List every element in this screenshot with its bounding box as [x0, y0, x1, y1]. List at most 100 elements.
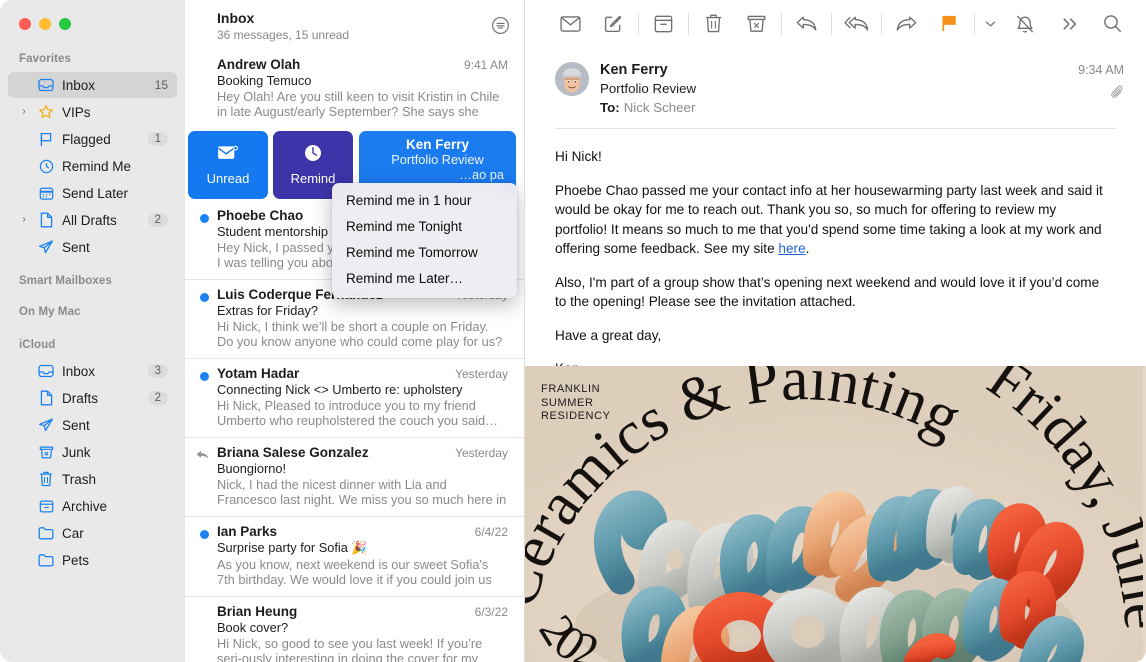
sidebar-item-junk[interactable]: Junk	[8, 439, 177, 465]
message-snippet: Hi Nick, so good to see you last week! I…	[217, 636, 483, 662]
menu-item-remind-tomorrow[interactable]: Remind me Tomorrow	[332, 240, 517, 266]
sidebar-item-vips[interactable]: › VIPs	[8, 99, 177, 125]
message-snippet: Nick, I had the nicest dinner with Lia a…	[217, 477, 507, 507]
sidebar-item-drafts-icloud[interactable]: Drafts 2	[8, 385, 177, 411]
minimize-window-button[interactable]	[39, 18, 51, 30]
message-sender: Ian Parks	[217, 524, 278, 539]
message-list[interactable]: Inbox 36 messages, 15 unread Andrew Olah…	[185, 0, 525, 662]
unread-indicator	[200, 214, 209, 223]
sidebar-section-smart-mailboxes: Smart Mailboxes	[19, 275, 112, 287]
sidebar-item-pets[interactable]: Pets	[8, 547, 177, 573]
paper-plane-icon	[37, 239, 55, 255]
unread-indicator	[200, 372, 209, 381]
to-value[interactable]: Nick Scheer	[624, 100, 696, 115]
disclosure-icon[interactable]: ›	[18, 215, 30, 225]
list-item[interactable]: Yotam Hadar Yesterday Connecting Nick <>…	[185, 358, 524, 437]
filter-sort-icon[interactable]	[491, 16, 510, 40]
sidebar-item-label: Junk	[62, 444, 91, 460]
site-link[interactable]: here	[778, 241, 805, 256]
sidebar-item-count: 15	[154, 78, 168, 92]
list-item[interactable]: Ian Parks 6/4/22 Surprise party for Sofi…	[185, 516, 524, 596]
swipe-action-label: Unread	[206, 170, 250, 186]
body-paragraph-1-text: Phoebe Chao passed me your contact info …	[555, 182, 1103, 257]
recipient-line: To: Nick Scheer	[600, 100, 1078, 115]
inbox-icon	[37, 78, 55, 92]
reply-icon	[196, 448, 209, 466]
archive-button[interactable]	[642, 7, 685, 41]
sidebar-item-sent-icloud[interactable]: Sent	[8, 412, 177, 438]
sidebar-item-sent-favorites[interactable]: Sent	[8, 234, 177, 260]
remind-me-context-menu[interactable]: Remind me in 1 hour Remind me Tonight Re…	[332, 183, 517, 298]
sidebar-item-flagged[interactable]: Flagged 1	[8, 126, 177, 152]
delete-button[interactable]	[692, 7, 735, 41]
forward-button[interactable]	[885, 7, 928, 41]
sidebar-item-trash[interactable]: Trash	[8, 466, 177, 492]
toolbar-divider	[687, 12, 689, 35]
mute-button[interactable]	[1003, 7, 1046, 41]
sidebar-item-label: Inbox	[62, 363, 96, 379]
sidebar-item-car[interactable]: Car	[8, 520, 177, 546]
menu-item-remind-1-hour[interactable]: Remind me in 1 hour	[332, 188, 517, 214]
zoom-window-button[interactable]	[59, 18, 71, 30]
archive-icon	[37, 499, 55, 514]
message-header: Ken Ferry Portfolio Review To: Nick Schee…	[525, 47, 1146, 115]
junk-button[interactable]	[735, 7, 778, 41]
unread-indicator	[200, 293, 209, 302]
paperclip-icon[interactable]	[1078, 85, 1124, 105]
message-subject: Portfolio Review	[600, 81, 697, 96]
message-snippet: As you know, next weekend is our sweet S…	[217, 557, 492, 587]
sender-name: Ken Ferry	[600, 62, 668, 78]
message-list-header: Inbox 36 messages, 15 unread	[185, 0, 524, 50]
sidebar-item-label: VIPs	[62, 104, 91, 120]
swipe-unread-button[interactable]: Unread	[188, 131, 268, 199]
reply-all-button[interactable]	[835, 7, 878, 41]
sidebar-section-favorites: Favorites	[19, 53, 72, 65]
close-window-button[interactable]	[19, 18, 31, 30]
message-subject: Connecting Nick <> Umberto re: upholster…	[217, 382, 463, 397]
sidebar-item-all-drafts[interactable]: › All Drafts 2	[8, 207, 177, 233]
message-time: 9:34 AM	[1078, 63, 1124, 77]
body-paragraph-1-end: .	[805, 241, 810, 256]
sidebar-item-count: 2	[147, 391, 168, 405]
reply-button[interactable]	[785, 7, 828, 41]
message-sender: Yotam Hadar	[217, 366, 300, 381]
more-button[interactable]	[1048, 7, 1091, 41]
sidebar-item-label: Car	[62, 525, 84, 541]
message-snippet: Hi Nick, I think we’ll be short a couple…	[217, 319, 503, 349]
sidebar-item-inbox-favorites[interactable]: Inbox 15	[8, 72, 177, 98]
poster-label-line-3: RESIDENCY	[541, 410, 611, 422]
sidebar-item-remind-me[interactable]: Remind Me	[8, 153, 177, 179]
search-button[interactable]	[1091, 7, 1134, 41]
memoji-avatar[interactable]	[555, 62, 589, 96]
toolbar-divider	[880, 12, 882, 35]
sidebar-item-label: Flagged	[62, 131, 111, 147]
body-paragraph-3: Have a great day,	[555, 327, 662, 343]
sidebar: Favorites Inbox 15 › VIPs Flagged 1 Remi…	[0, 0, 185, 662]
mark-unread-button[interactable]	[549, 7, 592, 41]
list-item[interactable]: Brian Heung 6/3/22 Book cover? Hi Nick, …	[185, 596, 524, 662]
message-header-text: Ken Ferry Portfolio Review To: Nick Schee…	[600, 62, 1078, 115]
message-subject: Surprise party for Sofia 🎉	[217, 540, 368, 555]
flag-button[interactable]	[928, 7, 971, 41]
sidebar-item-archive[interactable]: Archive	[8, 493, 177, 519]
mailbox-status: 36 messages, 15 unread	[217, 28, 350, 42]
message-subject: Booking Temuco	[217, 73, 312, 88]
toolbar-divider	[830, 12, 832, 35]
compose-button[interactable]	[592, 7, 635, 41]
disclosure-icon[interactable]: ›	[18, 107, 30, 117]
toolbar-divider	[973, 12, 975, 35]
sidebar-item-inbox-icloud[interactable]: Inbox 3	[8, 358, 177, 384]
message-subject: Portfolio Review	[391, 152, 484, 167]
sidebar-item-count: 3	[147, 364, 168, 378]
chevron-down-icon[interactable]	[978, 7, 1003, 41]
attachment-poster-preview[interactable]: FRANKLIN SUMMER RESIDENCY amics & Painti…	[525, 366, 1146, 662]
menu-item-remind-tonight[interactable]: Remind me Tonight	[332, 214, 517, 240]
paper-plane-icon	[37, 417, 55, 433]
sidebar-item-label: Sent	[62, 417, 90, 433]
list-item[interactable]: Andrew Olah 9:41 AM Booking Temuco Hey O…	[185, 50, 524, 128]
message-date: 6/3/22	[474, 605, 508, 619]
sidebar-item-send-later[interactable]: Send Later	[8, 180, 177, 206]
menu-item-remind-later[interactable]: Remind me Later…	[332, 266, 517, 292]
list-item[interactable]: Briana Salese Gonzalez Yesterday Buongio…	[185, 437, 524, 516]
body-greeting: Hi Nick!	[555, 149, 602, 164]
